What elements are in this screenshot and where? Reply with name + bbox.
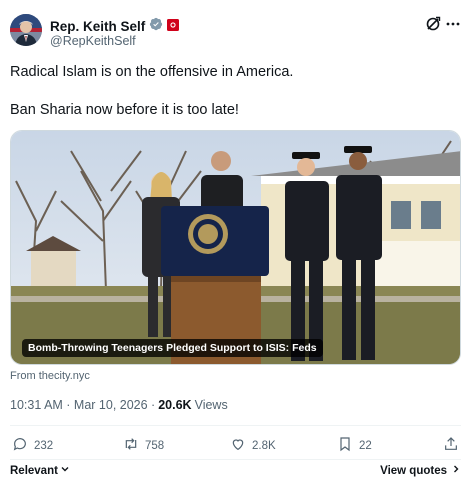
sort-label: Relevant [10, 464, 58, 477]
views-count: 20.6K [158, 398, 192, 412]
reply-sort-row: Relevant View quotes [10, 464, 461, 482]
tweet-meta: 10:31 AM · Mar 10, 2026 · 20.6K Views [10, 398, 228, 412]
display-name[interactable]: Rep. Keith Self [50, 19, 145, 34]
view-quotes-link[interactable]: View quotes [380, 464, 461, 477]
like-count: 2.8K [252, 439, 276, 452]
action-bar: 232 758 2.8K 22 [10, 436, 461, 458]
link-card-image[interactable]: Bomb-Throwing Teenagers Pledged Support … [10, 130, 461, 365]
share-button[interactable] [443, 436, 459, 455]
bookmark-icon [337, 436, 353, 455]
grok-icon[interactable] [425, 16, 443, 34]
heart-icon [230, 436, 246, 455]
chevron-down-icon [60, 464, 70, 477]
bookmark-count: 22 [359, 439, 372, 452]
like-button[interactable]: 2.8K [230, 436, 276, 455]
verified-badge-icon [149, 17, 163, 36]
repost-icon [123, 436, 139, 455]
link-card-caption[interactable]: Bomb-Throwing Teenagers Pledged Support … [22, 339, 323, 357]
tweet-timestamp[interactable]: 10:31 AM · Mar 10, 2026 · [10, 398, 155, 412]
view-quotes-label: View quotes [380, 464, 447, 477]
more-options-icon[interactable] [445, 16, 463, 34]
sort-dropdown[interactable]: Relevant [10, 464, 70, 477]
chevron-right-icon [451, 464, 461, 477]
tweet-line: Ban Sharia now before it is too late! [10, 102, 239, 118]
tweet-line: Radical Islam is on the offensive in Ame… [10, 64, 294, 80]
reply-count: 232 [34, 439, 54, 452]
divider [10, 459, 461, 460]
flag-badge-icon [167, 18, 180, 36]
reply-button[interactable]: 232 [12, 436, 53, 455]
reply-icon [12, 436, 28, 455]
tweet-header: Rep. Keith Self @RepKeithSelf [10, 14, 463, 54]
share-icon [443, 436, 459, 455]
link-source[interactable]: From thecity.nyc [10, 370, 90, 382]
repost-button[interactable]: 758 [123, 436, 164, 455]
avatar[interactable] [10, 14, 42, 46]
views-label: Views [194, 398, 228, 412]
tweet-text: Radical Islam is on the offensive in Ame… [10, 63, 450, 120]
bookmark-button[interactable]: 22 [337, 436, 372, 455]
repost-count: 758 [145, 439, 165, 452]
user-handle[interactable]: @RepKeithSelf [50, 34, 136, 48]
divider [10, 425, 461, 426]
